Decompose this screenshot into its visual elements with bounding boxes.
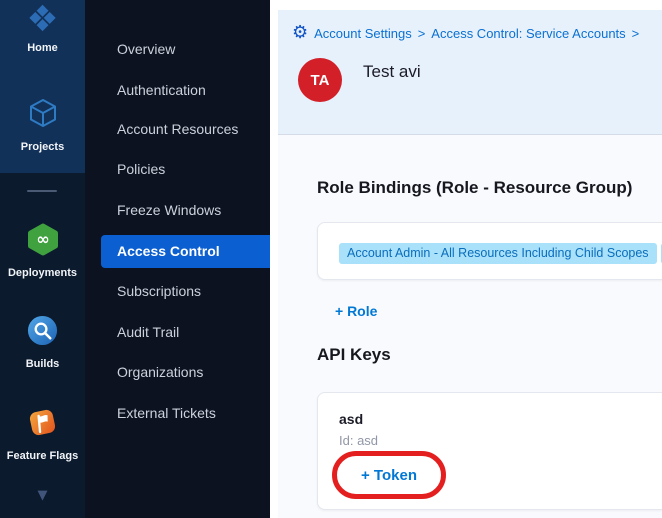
add-token-button[interactable]: + Token xyxy=(361,467,417,484)
breadcrumb-separator: > xyxy=(632,26,640,41)
rail-item-projects[interactable]: Projects xyxy=(0,96,85,153)
api-keys-heading: API Keys xyxy=(317,345,391,365)
annotation-red-circle: + Token xyxy=(332,451,446,499)
page-title: Test avi xyxy=(363,62,421,82)
rail-item-builds[interactable]: Builds xyxy=(0,314,85,370)
breadcrumb-access-control[interactable]: Access Control: Service Accounts xyxy=(431,26,625,41)
app-window: ❖ Home Projects ∞ Deployments xyxy=(0,0,662,518)
settings-nav: Overview Authentication Account Resource… xyxy=(85,0,270,518)
deployments-icon: ∞ xyxy=(26,222,60,261)
role-bindings-card: Account Admin - All Resources Including … xyxy=(317,222,662,280)
page-header: ⚙ Account Settings > Access Control: Ser… xyxy=(278,10,662,135)
rail-item-home[interactable]: ❖ Home xyxy=(0,4,85,54)
api-key-card: asd Id: asd + Token xyxy=(317,392,662,510)
svg-text:∞: ∞ xyxy=(36,230,49,249)
rail-item-label: Projects xyxy=(21,141,64,153)
settings-nav-audit-trail[interactable]: Audit Trail xyxy=(85,316,270,349)
role-bindings-heading: Role Bindings (Role - Resource Group) xyxy=(317,178,632,198)
rail-item-feature-flags[interactable]: Feature Flags xyxy=(0,406,85,462)
role-binding-badge[interactable]: Account Admin - All Resources Including … xyxy=(339,243,657,264)
content-panel: Role Bindings (Role - Resource Group) Ac… xyxy=(278,135,662,518)
api-key-id: Id: asd xyxy=(339,433,378,448)
rail-divider xyxy=(27,190,57,192)
builds-icon xyxy=(26,314,59,352)
avatar: TA xyxy=(298,58,342,102)
main-content: ⚙ Account Settings > Access Control: Ser… xyxy=(270,0,662,518)
settings-nav-organizations[interactable]: Organizations xyxy=(85,356,270,389)
rail-item-label: Deployments xyxy=(8,267,77,279)
breadcrumb-account-settings[interactable]: Account Settings xyxy=(314,26,412,41)
settings-nav-subscriptions[interactable]: Subscriptions xyxy=(85,275,270,308)
module-rail: ❖ Home Projects ∞ Deployments xyxy=(0,0,85,518)
settings-nav-external-tickets[interactable]: External Tickets xyxy=(85,397,270,430)
settings-nav-policies[interactable]: Policies xyxy=(85,153,270,186)
gear-icon[interactable]: ⚙ xyxy=(292,24,308,42)
add-role-button[interactable]: + Role xyxy=(335,303,377,319)
rail-item-label: Builds xyxy=(26,358,60,370)
feature-flags-icon xyxy=(26,406,59,444)
api-key-name: asd xyxy=(339,411,363,427)
breadcrumb-separator: > xyxy=(418,26,426,41)
projects-icon xyxy=(26,96,60,135)
chevron-down-icon[interactable]: ▼ xyxy=(0,488,85,503)
settings-nav-access-control[interactable]: Access Control xyxy=(101,235,270,268)
settings-nav-freeze-windows[interactable]: Freeze Windows xyxy=(85,194,270,227)
home-icon: ❖ xyxy=(26,4,58,36)
breadcrumb: ⚙ Account Settings > Access Control: Ser… xyxy=(292,24,639,42)
settings-nav-account-resources[interactable]: Account Resources xyxy=(85,113,270,146)
settings-nav-overview[interactable]: Overview xyxy=(85,33,270,66)
rail-item-label: Feature Flags xyxy=(7,450,79,462)
rail-item-deployments[interactable]: ∞ Deployments xyxy=(0,222,85,279)
settings-nav-authentication[interactable]: Authentication xyxy=(85,74,270,107)
rail-item-label: Home xyxy=(27,42,58,54)
